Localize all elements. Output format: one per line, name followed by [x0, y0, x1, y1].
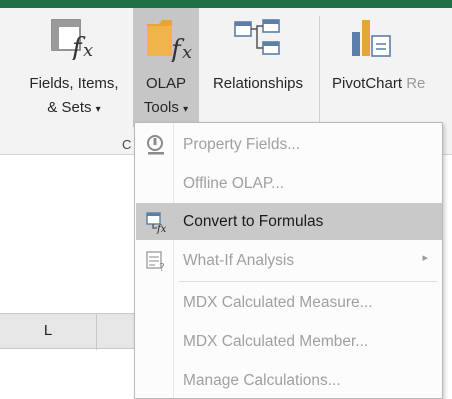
svg-text:x: x	[83, 40, 93, 60]
svg-text:fx: fx	[156, 224, 167, 234]
dropdown-arrow-icon: ▾	[95, 104, 101, 115]
what-if-analysis-icon: ?	[146, 251, 165, 273]
fields-items-sets-label-line2: & Sets ▾	[47, 99, 101, 116]
menu-item-offline-olap[interactable]: Offline OLAP...	[136, 165, 442, 202]
relationships-label: Relationships	[212, 75, 304, 92]
menu-item-label: Manage Calculations...	[183, 372, 341, 389]
svg-text:?: ?	[159, 261, 165, 273]
property-fields-icon	[147, 135, 164, 155]
pivotchart-icon	[352, 20, 391, 57]
menu-item-label: What-If Analysis	[183, 252, 295, 269]
menu-item-label: MDX Calculated Measure...	[183, 294, 373, 311]
pivotchart-button[interactable]: PivotChart Re	[324, 8, 452, 138]
menu-item-label: Offline OLAP...	[183, 175, 285, 192]
title-bar-strip	[0, 0, 452, 8]
menu-item-label: Convert to Formulas	[183, 213, 324, 230]
column-divider	[96, 314, 97, 350]
pivotchart-label: PivotChart Re	[332, 75, 426, 92]
ribbon-separator	[319, 16, 320, 136]
column-header-l[interactable]: L	[0, 322, 96, 339]
olap-tools-button[interactable]: f x OLAP Tools ▾	[133, 8, 199, 127]
menu-item-label: MDX Calculated Member...	[183, 333, 369, 350]
olap-tools-label-line1: OLAP	[145, 75, 187, 92]
menu-item-what-if-analysis[interactable]: ? What-If Analysis ▸	[136, 242, 442, 279]
menu-item-manage-calculations[interactable]: Manage Calculations...	[136, 362, 442, 399]
fields-items-sets-button[interactable]: f x Fields, Items, & Sets ▾	[16, 8, 132, 138]
menu-item-mdx-calculated-member[interactable]: MDX Calculated Member...	[136, 323, 442, 360]
menu-item-label: Property Fields...	[183, 136, 301, 153]
fields-items-sets-label-line1: Fields, Items,	[29, 75, 119, 92]
dropdown-arrow-icon: ▾	[183, 104, 189, 115]
svg-text:x: x	[182, 42, 192, 62]
submenu-arrow-icon: ▸	[422, 252, 428, 264]
olap-tools-label-line2: Tools ▾	[143, 99, 189, 116]
menu-item-mdx-calculated-measure[interactable]: MDX Calculated Measure...	[136, 284, 442, 321]
relationships-button[interactable]: Relationships	[199, 8, 317, 138]
olap-tools-icon: f x	[147, 20, 192, 62]
menu-item-property-fields[interactable]: Property Fields...	[136, 126, 442, 163]
menu-separator	[179, 281, 437, 282]
ribbon-group-label: C	[122, 137, 132, 152]
relationships-icon	[234, 19, 280, 55]
fields-items-sets-icon: f x	[51, 19, 93, 60]
menu-item-convert-to-formulas[interactable]: fx Convert to Formulas	[136, 203, 442, 240]
olap-tools-dropdown-menu: Property Fields... Offline OLAP... fx Co…	[134, 122, 443, 399]
column-header-bar: L	[0, 313, 140, 350]
convert-to-formulas-icon: fx	[146, 212, 167, 234]
